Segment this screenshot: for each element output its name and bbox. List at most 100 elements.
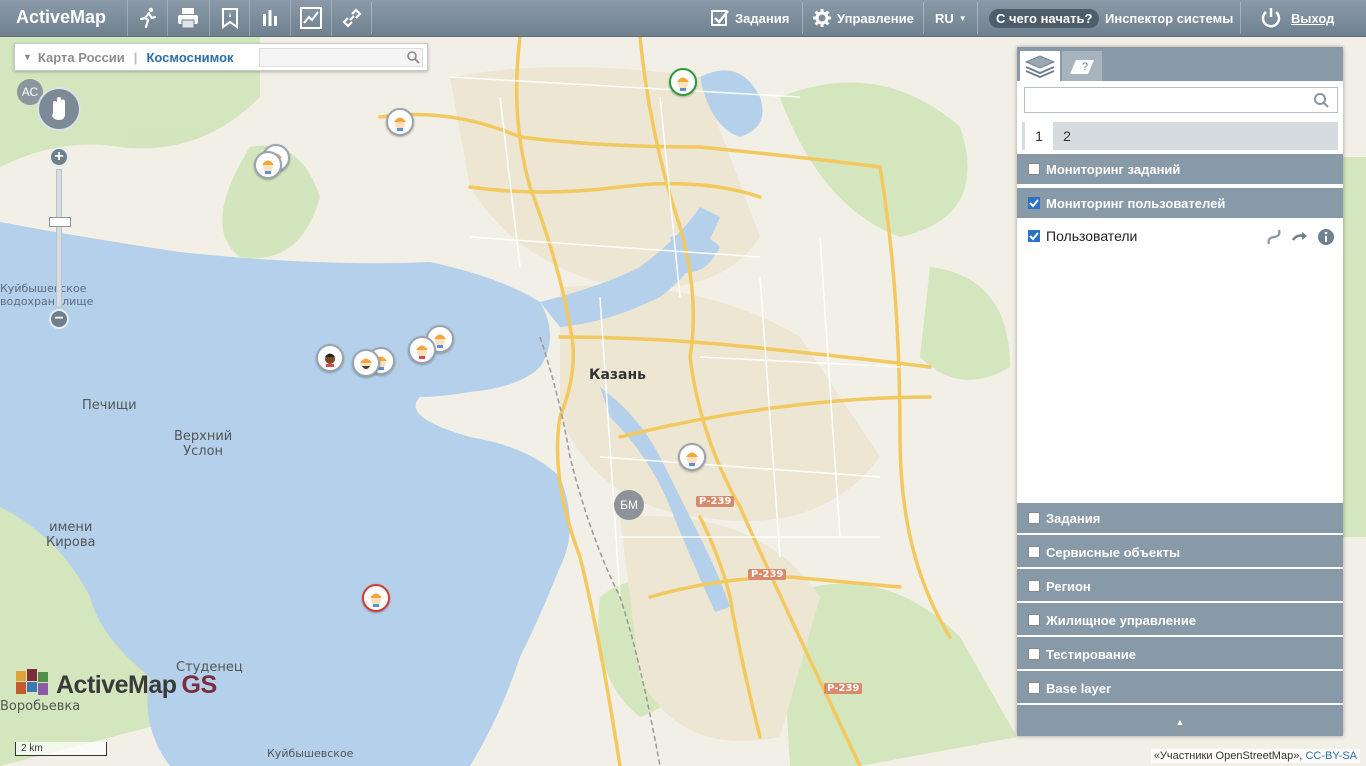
sublayer-users[interactable]: Пользователи	[1017, 222, 1343, 250]
map-canvas[interactable]: Куйбышевское водохранилище Казань Печищи…	[0, 37, 1366, 766]
reservoir-label: Куйбышевское водохранилище	[0, 282, 94, 308]
layer-user-monitoring[interactable]: Мониторинг пользователей	[1017, 188, 1343, 220]
attribution-text: «Участники OpenStreetMap»,	[1153, 750, 1306, 762]
power-icon	[1261, 8, 1281, 28]
layer-checkbox[interactable]	[1028, 163, 1040, 175]
caret-down-icon[interactable]: ▼	[23, 52, 32, 62]
print-button[interactable]	[167, 0, 208, 36]
layer-search-input[interactable]	[1024, 87, 1338, 113]
layer-base[interactable]: Base layer	[1017, 673, 1343, 705]
reports-button[interactable]	[290, 0, 331, 36]
layer-checkbox[interactable]	[1028, 512, 1040, 524]
path-icon[interactable]	[1265, 228, 1283, 246]
basemap-option-russia[interactable]: Карта России	[38, 50, 125, 65]
kazan-label: Казань	[589, 367, 646, 383]
sublayer-checkbox[interactable]	[1028, 230, 1040, 242]
bookmarks-button[interactable]	[209, 0, 250, 36]
layer-checkbox[interactable]	[1028, 580, 1040, 592]
worker-avatar-icon	[677, 77, 689, 91]
user-marker[interactable]	[386, 108, 414, 136]
zoom-in-button[interactable]: +	[49, 147, 69, 167]
checkbox-icon	[711, 10, 729, 26]
info-icon[interactable]	[1317, 228, 1335, 246]
system-inspector-label: Инспектор системы	[1105, 10, 1234, 26]
layer-label: Мониторинг заданий	[1046, 161, 1181, 177]
chevron-up-icon: ▲	[1175, 716, 1185, 727]
hand-icon	[52, 97, 65, 120]
logout-button[interactable]: Выход	[1260, 0, 1334, 36]
layer-label: Сервисные объекты	[1046, 544, 1181, 560]
line-chart-icon	[300, 7, 322, 29]
basemap-option-satellite[interactable]: Космоснимок	[146, 50, 233, 65]
layer-label: Тестирование	[1046, 646, 1136, 662]
tab-layers[interactable]	[1020, 51, 1060, 81]
user-marker[interactable]	[408, 336, 436, 364]
pan-control[interactable]	[37, 87, 81, 131]
link-button[interactable]	[331, 0, 372, 36]
language-label: RU	[935, 10, 954, 26]
getting-started-button[interactable]: С чего начать?	[989, 0, 1100, 36]
bm-marker[interactable]: БМ	[614, 490, 644, 520]
road-label-2: Р-239	[748, 569, 787, 580]
getting-started-label: С чего начать?	[989, 8, 1100, 28]
layer-housing[interactable]: Жилищное управление	[1017, 605, 1343, 637]
zoom-out-button[interactable]: −	[49, 309, 69, 329]
statistics-button[interactable]	[249, 0, 290, 36]
running-person-icon	[139, 7, 157, 29]
worker-avatar-icon	[262, 160, 274, 174]
panel-collapse-button[interactable]: ▲	[1017, 707, 1343, 736]
app-brand[interactable]: ActiveMap	[16, 7, 106, 28]
user-marker[interactable]	[678, 443, 706, 471]
user-marker[interactable]	[316, 344, 344, 372]
svg-text:?: ?	[1082, 61, 1088, 73]
pechishchi-label: Печищи	[82, 398, 137, 413]
worker-avatar-icon	[394, 117, 406, 131]
logo-text: ActiveMap	[56, 670, 177, 699]
scale-bar: 2 km	[15, 742, 107, 756]
system-inspector-link[interactable]: Инспектор системы	[1105, 0, 1233, 36]
worker-avatar-icon	[416, 345, 428, 359]
layer-service-objects[interactable]: Сервисные объекты	[1017, 537, 1343, 569]
user-marker[interactable]	[254, 151, 282, 179]
app-logo: ActiveMap GS	[14, 667, 217, 703]
arrow-right-icon[interactable]	[1291, 228, 1309, 246]
language-select[interactable]: RU ▼	[935, 0, 967, 36]
road-label-3: Р-239	[824, 683, 863, 694]
map-search-input[interactable]	[259, 48, 423, 67]
layer-task-monitoring[interactable]: Мониторинг заданий	[1017, 154, 1343, 186]
worker-avatar-icon	[370, 593, 382, 607]
layer-label: Задания	[1046, 510, 1101, 526]
layer-checkbox[interactable]	[1028, 682, 1040, 694]
tasks-menu[interactable]: Задания	[711, 0, 789, 36]
layer-label: Мониторинг пользователей	[1046, 195, 1226, 211]
page-1[interactable]: 1	[1025, 122, 1053, 150]
user-marker[interactable]	[362, 584, 390, 612]
tracking-button[interactable]	[127, 0, 168, 36]
layer-label: Регион	[1046, 578, 1091, 594]
user-marker[interactable]	[669, 68, 697, 96]
layer-testing[interactable]: Тестирование	[1017, 639, 1343, 671]
search-icon[interactable]	[1313, 92, 1329, 108]
imeni-kirova-label: имени Кирова	[46, 520, 96, 550]
zoom-slider-handle[interactable]	[49, 217, 71, 227]
page-2[interactable]: 2	[1053, 122, 1081, 150]
tasks-label: Задания	[735, 10, 790, 26]
layer-region[interactable]: Регион	[1017, 571, 1343, 603]
zoom-slider[interactable]	[56, 169, 62, 307]
help-map-icon: ?	[1070, 60, 1094, 74]
search-icon[interactable]	[406, 50, 420, 64]
layer-checkbox[interactable]	[1028, 648, 1040, 660]
layer-checkbox[interactable]	[1028, 197, 1040, 209]
road-label-1: Р-239	[696, 496, 735, 507]
license-link[interactable]: CC-BY-SA	[1305, 750, 1357, 762]
tab-legend[interactable]: ?	[1062, 51, 1102, 81]
sublayer-label: Пользователи	[1046, 228, 1138, 244]
manage-label: Управление	[837, 10, 914, 26]
user-marker[interactable]	[352, 349, 380, 377]
layer-checkbox[interactable]	[1028, 546, 1040, 558]
layer-checkbox[interactable]	[1028, 614, 1040, 626]
bookmark-icon	[222, 8, 238, 29]
chevron-down-icon: ▼	[958, 13, 967, 23]
manage-menu[interactable]: Управление	[813, 0, 914, 36]
layer-tasks[interactable]: Задания	[1017, 503, 1343, 535]
